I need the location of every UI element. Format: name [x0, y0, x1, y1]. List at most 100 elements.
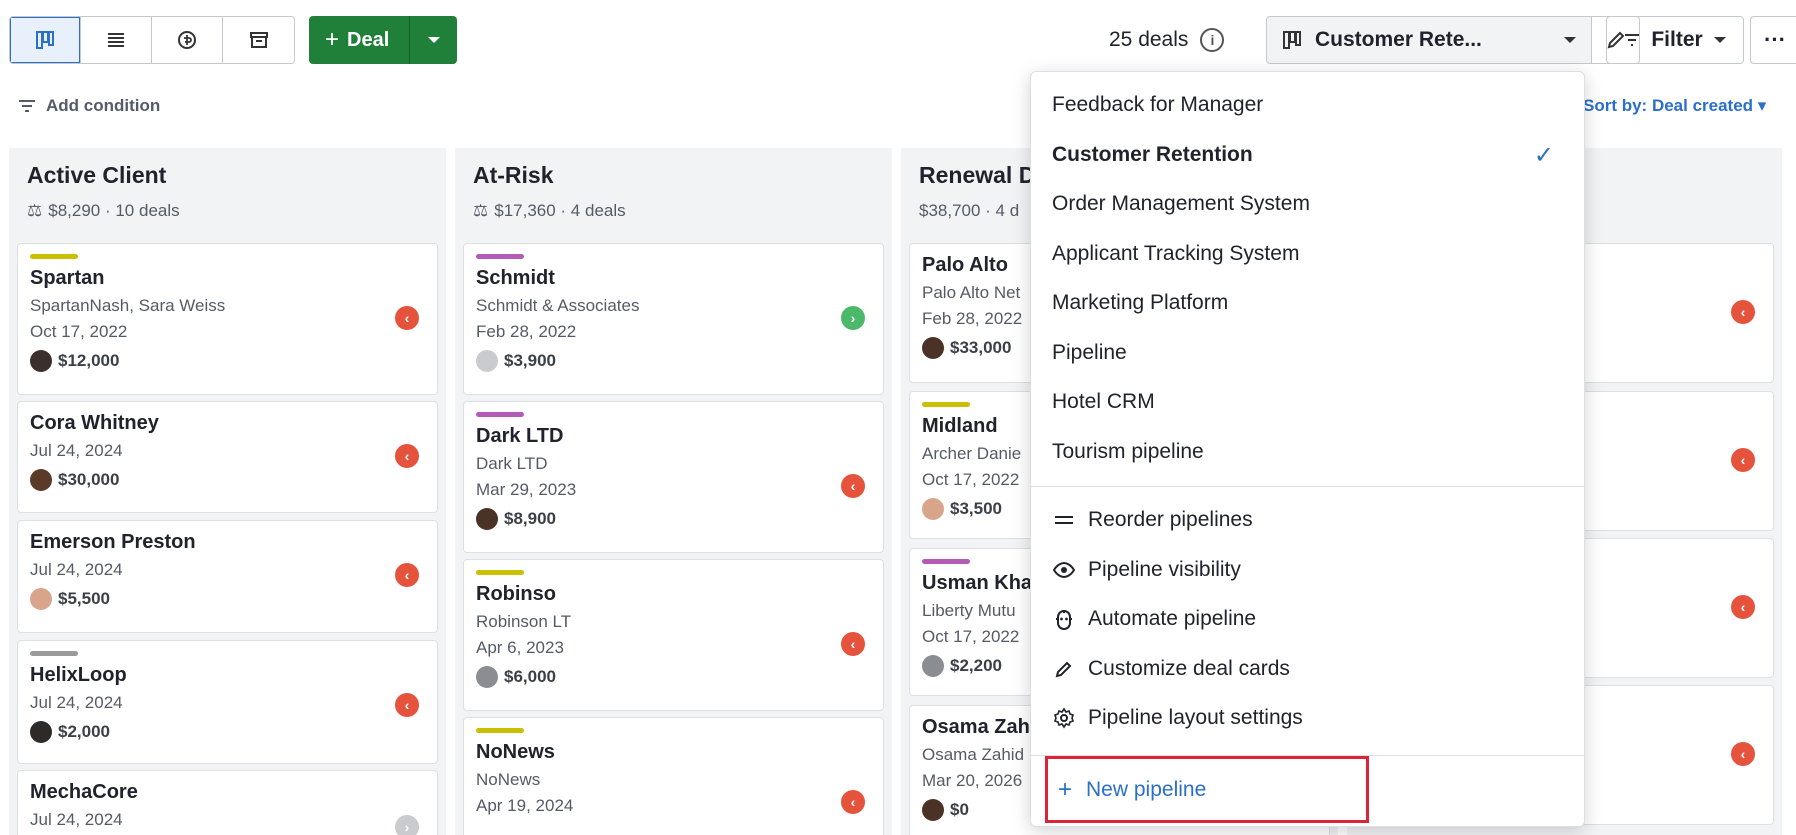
- stage-summary-text: $38,700 · 4 d: [919, 201, 1020, 220]
- pipeline-option-label: Order Management System: [1052, 192, 1310, 215]
- deal-card[interactable]: Robinso Robinson LT Apr 6, 2023 $6,000 ‹: [463, 559, 884, 711]
- pipeline-option[interactable]: Pipeline: [1052, 333, 1554, 373]
- deal-date: Jul 24, 2024: [30, 441, 123, 460]
- activity-status-icon[interactable]: ‹: [395, 444, 419, 468]
- pipeline-view-button[interactable]: [10, 17, 81, 63]
- chevron-down-icon: [1564, 37, 1576, 43]
- forecast-view-button[interactable]: [152, 17, 223, 63]
- chevron-down-icon: [1713, 37, 1726, 43]
- sort-by-label: Sort by: Deal created: [1583, 96, 1754, 115]
- robot-icon: [1052, 607, 1076, 631]
- new-pipeline-button[interactable]: + New pipeline: [1045, 756, 1369, 823]
- menu-option-label: Pipeline visibility: [1088, 558, 1241, 581]
- deal-date: Jul 24, 2024: [30, 810, 123, 829]
- pipeline-option-selected[interactable]: Customer Retention ✓: [1052, 135, 1554, 175]
- pipeline-option-label: Applicant Tracking System: [1052, 242, 1300, 265]
- deal-value-row: $5,500: [30, 588, 425, 610]
- deal-value-row: $30,000: [30, 469, 425, 491]
- deal-org: SpartanNash, Sara Weiss: [30, 296, 226, 315]
- avatar: [922, 337, 944, 359]
- label-bar: [476, 412, 524, 417]
- filter-label: Filter: [1651, 28, 1703, 51]
- menu-option-label: Pipeline layout settings: [1088, 706, 1303, 729]
- pipeline-option[interactable]: Order Management System: [1052, 184, 1554, 224]
- pipeline-option[interactable]: Tourism pipeline: [1052, 432, 1554, 472]
- pipeline-visibility-option[interactable]: Pipeline visibility: [1052, 550, 1554, 590]
- pipeline-option-label: Marketing Platform: [1052, 291, 1229, 314]
- check-icon: ✓: [1533, 141, 1554, 169]
- toolbar: + Deal 25 deals i Customer Rete... Filte…: [9, 16, 1796, 64]
- label-bar: [476, 254, 524, 259]
- reorder-pipelines-option[interactable]: Reorder pipelines: [1052, 500, 1554, 540]
- customize-deal-cards-option[interactable]: Customize deal cards: [1052, 649, 1554, 689]
- add-deal-dropdown-button[interactable]: [409, 16, 458, 64]
- stage-title: At-Risk: [473, 162, 554, 188]
- pipeline-option[interactable]: Hotel CRM: [1052, 382, 1554, 422]
- pipeline-option[interactable]: Marketing Platform: [1052, 283, 1554, 323]
- avatar: [30, 588, 52, 610]
- deal-card[interactable]: HelixLoop Jul 24, 2024 $2,000 ‹: [17, 640, 438, 764]
- deal-title: Emerson Preston: [30, 531, 196, 553]
- avatar: [476, 508, 498, 530]
- view-switcher: [9, 16, 295, 64]
- deal-value: $30,000: [58, 470, 120, 489]
- add-condition-button[interactable]: Add condition: [18, 96, 160, 116]
- deal-card[interactable]: Spartan SpartanNash, Sara Weiss Oct 17, …: [17, 243, 438, 395]
- deal-count: 25 deals i: [1109, 16, 1225, 64]
- forecast-icon: [178, 31, 196, 49]
- pipeline-option-label: Hotel CRM: [1052, 390, 1155, 413]
- stage-column-active-client: Active Client ⚖ $8,290 · 10 deals Sparta…: [9, 148, 446, 835]
- activity-status-icon[interactable]: ‹: [1731, 448, 1755, 472]
- deal-card[interactable]: Emerson Preston Jul 24, 2024 $5,500 ‹: [17, 520, 438, 633]
- plus-icon: +: [1058, 775, 1073, 803]
- activity-status-icon[interactable]: ‹: [395, 693, 419, 717]
- pipeline-option-label: Feedback for Manager: [1052, 93, 1264, 116]
- deal-title: Dark LTD: [476, 425, 564, 447]
- add-deal-button[interactable]: + Deal: [309, 16, 410, 64]
- pipeline-option[interactable]: Feedback for Manager: [1052, 85, 1554, 125]
- stage-header: At-Risk ⚖ $17,360 · 4 deals: [455, 148, 892, 240]
- pipeline-option[interactable]: Applicant Tracking System: [1052, 234, 1554, 274]
- archive-view-button[interactable]: [223, 17, 294, 63]
- avatar: [30, 350, 52, 372]
- avatar: [922, 498, 944, 520]
- list-view-button[interactable]: [81, 17, 152, 63]
- activity-status-icon[interactable]: ‹: [1731, 595, 1755, 619]
- deal-card[interactable]: Cora Whitney Jul 24, 2024 $30,000 ‹: [17, 401, 438, 513]
- deal-org: Robinson LT: [476, 612, 572, 631]
- avatar: [922, 655, 944, 677]
- more-options-button[interactable]: ···: [1750, 16, 1796, 64]
- menu-option-label: Customize deal cards: [1088, 657, 1290, 680]
- activity-status-icon[interactable]: ‹: [1731, 300, 1755, 324]
- deal-card[interactable]: NoNews NoNews Apr 19, 2024 ‹: [463, 717, 884, 835]
- activity-status-icon[interactable]: ‹: [841, 474, 865, 498]
- pipeline-layout-settings-option[interactable]: Pipeline layout settings: [1052, 698, 1554, 738]
- info-icon[interactable]: i: [1200, 28, 1225, 52]
- filter-button[interactable]: Filter: [1606, 16, 1744, 64]
- activity-status-icon[interactable]: ‹: [841, 790, 865, 814]
- automate-pipeline-option[interactable]: Automate pipeline: [1052, 599, 1554, 639]
- pipeline-option-label: Pipeline: [1052, 341, 1127, 364]
- activity-status-icon[interactable]: ‹: [841, 632, 865, 656]
- plus-icon: +: [325, 26, 340, 53]
- kanban-icon: [36, 31, 54, 49]
- filter-icon: [1625, 34, 1640, 46]
- deal-org: Dark LTD: [476, 454, 548, 473]
- activity-status-icon[interactable]: ›: [395, 815, 419, 835]
- deal-value: $3,500: [950, 499, 1002, 518]
- activity-status-icon[interactable]: ‹: [395, 563, 419, 587]
- avatar: [30, 469, 52, 491]
- chevron-down-icon: [427, 37, 440, 43]
- deal-card[interactable]: Schmidt Schmidt & Associates Feb 28, 202…: [463, 243, 884, 395]
- activity-status-icon[interactable]: ‹: [395, 306, 419, 330]
- activity-status-icon[interactable]: ›: [841, 306, 865, 330]
- deal-card[interactable]: MechaCore Jul 24, 2024 ›: [17, 770, 438, 835]
- deal-value-row: $8,900: [476, 508, 871, 530]
- deal-card[interactable]: Dark LTD Dark LTD Mar 29, 2023 $8,900 ‹: [463, 401, 884, 553]
- pencil-icon: [1052, 657, 1076, 681]
- gear-icon: [1052, 706, 1076, 730]
- deal-value: $0: [950, 800, 969, 819]
- sort-by-dropdown[interactable]: Sort by: Deal created ▾: [1583, 96, 1766, 116]
- pipeline-selector[interactable]: Customer Rete...: [1266, 16, 1592, 64]
- activity-status-icon[interactable]: ‹: [1731, 742, 1755, 766]
